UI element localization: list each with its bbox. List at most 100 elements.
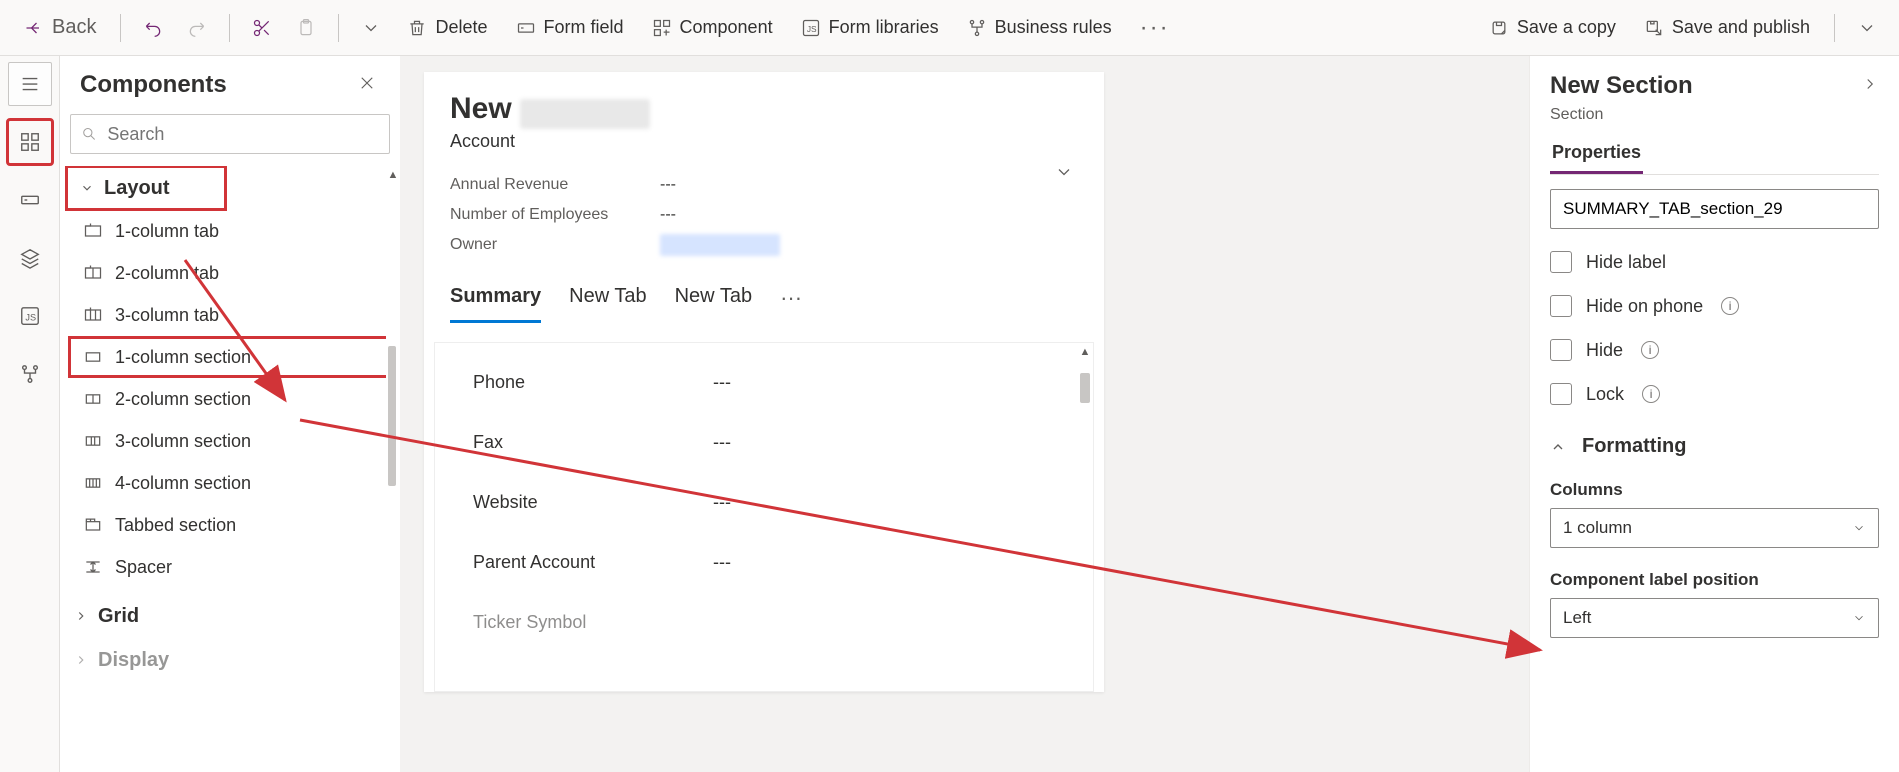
header-field-row[interactable]: Annual Revenue ---	[450, 170, 1078, 200]
form-libraries-label: Form libraries	[829, 17, 939, 38]
item-3-column-section[interactable]: 3-column section	[68, 420, 400, 462]
business-rules-button[interactable]: Business rules	[957, 8, 1122, 48]
group-layout-label: Layout	[104, 177, 170, 200]
delete-button[interactable]: Delete	[397, 8, 497, 48]
flow-icon	[967, 18, 987, 38]
form-card[interactable]: New Account Annual Revenue --- Number of…	[424, 72, 1104, 692]
field-row[interactable]: Parent Account ---	[435, 533, 1093, 593]
formatting-header[interactable]: Formatting	[1550, 435, 1879, 458]
form-field-button[interactable]: Form field	[506, 8, 634, 48]
form-section[interactable]: Phone --- Fax --- Website --- Parent Acc…	[434, 342, 1094, 692]
header-collapse[interactable]	[1054, 162, 1074, 187]
check-label: Hide	[1586, 340, 1623, 361]
paste-button[interactable]	[288, 8, 324, 48]
chevron-dropdown[interactable]	[353, 8, 389, 48]
item-4-column-section[interactable]: 4-column section	[68, 462, 400, 504]
item-label: Tabbed section	[115, 515, 236, 536]
columns-value: 1 column	[1563, 518, 1632, 538]
components-scrollbar[interactable]: ▲	[386, 166, 400, 772]
scroll-up-icon[interactable]: ▲	[386, 166, 400, 184]
nav-rules[interactable]	[8, 352, 52, 396]
scroll-thumb[interactable]	[388, 346, 396, 486]
component-button[interactable]: Component	[642, 8, 783, 48]
info-icon[interactable]: i	[1721, 297, 1739, 315]
field-row[interactable]: Phone ---	[435, 353, 1093, 413]
tab-new-2[interactable]: New Tab	[675, 274, 752, 323]
tab-summary[interactable]: Summary	[450, 274, 541, 323]
tabbed-icon	[83, 515, 103, 535]
checkbox[interactable]	[1550, 339, 1572, 361]
label-position-select[interactable]: Left	[1550, 598, 1879, 638]
chevron-up-icon	[1550, 439, 1566, 455]
js-icon: JS	[801, 18, 821, 38]
item-3-column-tab[interactable]: 3-column tab	[68, 294, 400, 336]
group-layout-header[interactable]: Layout	[66, 166, 226, 210]
item-tabbed-section[interactable]: Tabbed section	[68, 504, 400, 546]
header-field-label: Number of Employees	[450, 206, 660, 224]
scroll-up-icon[interactable]: ▲	[1077, 343, 1093, 361]
sec3-icon	[83, 431, 103, 451]
form-header-fields: Annual Revenue --- Number of Employees -…	[424, 162, 1104, 274]
form-field-icon	[516, 18, 536, 38]
check-label: Hide label	[1586, 252, 1666, 273]
properties-expand[interactable]	[1861, 75, 1879, 98]
group-grid-header[interactable]: Grid	[60, 594, 400, 638]
toolbar-overflow[interactable]: ···	[1130, 14, 1180, 42]
sec2-icon	[83, 389, 103, 409]
field-row[interactable]: Website ---	[435, 473, 1093, 533]
redo-button[interactable]	[179, 8, 215, 48]
tab-properties[interactable]: Properties	[1550, 142, 1643, 174]
check-hide[interactable]: Hide i	[1550, 339, 1879, 361]
hamburger-icon	[19, 73, 41, 95]
nav-components[interactable]	[8, 120, 52, 164]
save-publish-chevron[interactable]	[1849, 8, 1885, 48]
field-row[interactable]: Ticker Symbol	[435, 593, 1093, 653]
checkbox[interactable]	[1550, 295, 1572, 317]
back-button[interactable]: Back	[14, 8, 106, 48]
form-scrollbar[interactable]: ▲	[1077, 343, 1093, 691]
section-name-input[interactable]	[1550, 189, 1879, 229]
separator	[120, 14, 121, 42]
field-row[interactable]: Fax ---	[435, 413, 1093, 473]
info-icon[interactable]: i	[1641, 341, 1659, 359]
save-publish-button[interactable]: Save and publish	[1634, 8, 1820, 48]
info-icon[interactable]: i	[1642, 385, 1660, 403]
back-label: Back	[52, 16, 96, 39]
separator	[338, 14, 339, 42]
checkbox[interactable]	[1550, 383, 1572, 405]
check-hide-label[interactable]: Hide label	[1550, 251, 1879, 273]
columns-select[interactable]: 1 column	[1550, 508, 1879, 548]
hamburger-button[interactable]	[8, 62, 52, 106]
nav-js[interactable]: JS	[8, 294, 52, 338]
check-lock[interactable]: Lock i	[1550, 383, 1879, 405]
tabs-overflow[interactable]: ···	[780, 285, 802, 311]
check-hide-phone[interactable]: Hide on phone i	[1550, 295, 1879, 317]
item-2-column-section[interactable]: 2-column section	[68, 378, 400, 420]
item-2-column-tab[interactable]: 2-column tab	[68, 252, 400, 294]
undo-button[interactable]	[135, 8, 171, 48]
properties-tabs: Properties	[1550, 142, 1879, 175]
item-label: Spacer	[115, 557, 172, 578]
checkbox[interactable]	[1550, 251, 1572, 273]
components-search[interactable]	[70, 114, 390, 154]
components-close[interactable]	[358, 74, 376, 97]
save-copy-button[interactable]: Save a copy	[1479, 8, 1626, 48]
item-spacer[interactable]: Spacer	[68, 546, 400, 588]
item-1-column-section[interactable]: 1-column section	[68, 336, 400, 378]
nav-tree[interactable]	[8, 236, 52, 280]
spacer-icon	[83, 557, 103, 577]
form-libraries-button[interactable]: JS Form libraries	[791, 8, 949, 48]
field-value: ---	[713, 432, 731, 453]
item-1-column-tab[interactable]: 1-column tab	[68, 210, 400, 252]
header-field-row[interactable]: Number of Employees ---	[450, 200, 1078, 230]
components-panel: Components Layout 1-column tab 2-column …	[60, 56, 400, 772]
scroll-thumb[interactable]	[1080, 373, 1090, 403]
tab-new-1[interactable]: New Tab	[569, 274, 646, 323]
search-input[interactable]	[107, 124, 379, 145]
header-field-row[interactable]: Owner	[450, 230, 1078, 260]
form-entity: Account	[450, 131, 1078, 152]
cut-button[interactable]	[244, 8, 280, 48]
group-display-header[interactable]: Display	[60, 638, 400, 682]
field-label: Parent Account	[473, 552, 713, 573]
nav-fields[interactable]	[8, 178, 52, 222]
